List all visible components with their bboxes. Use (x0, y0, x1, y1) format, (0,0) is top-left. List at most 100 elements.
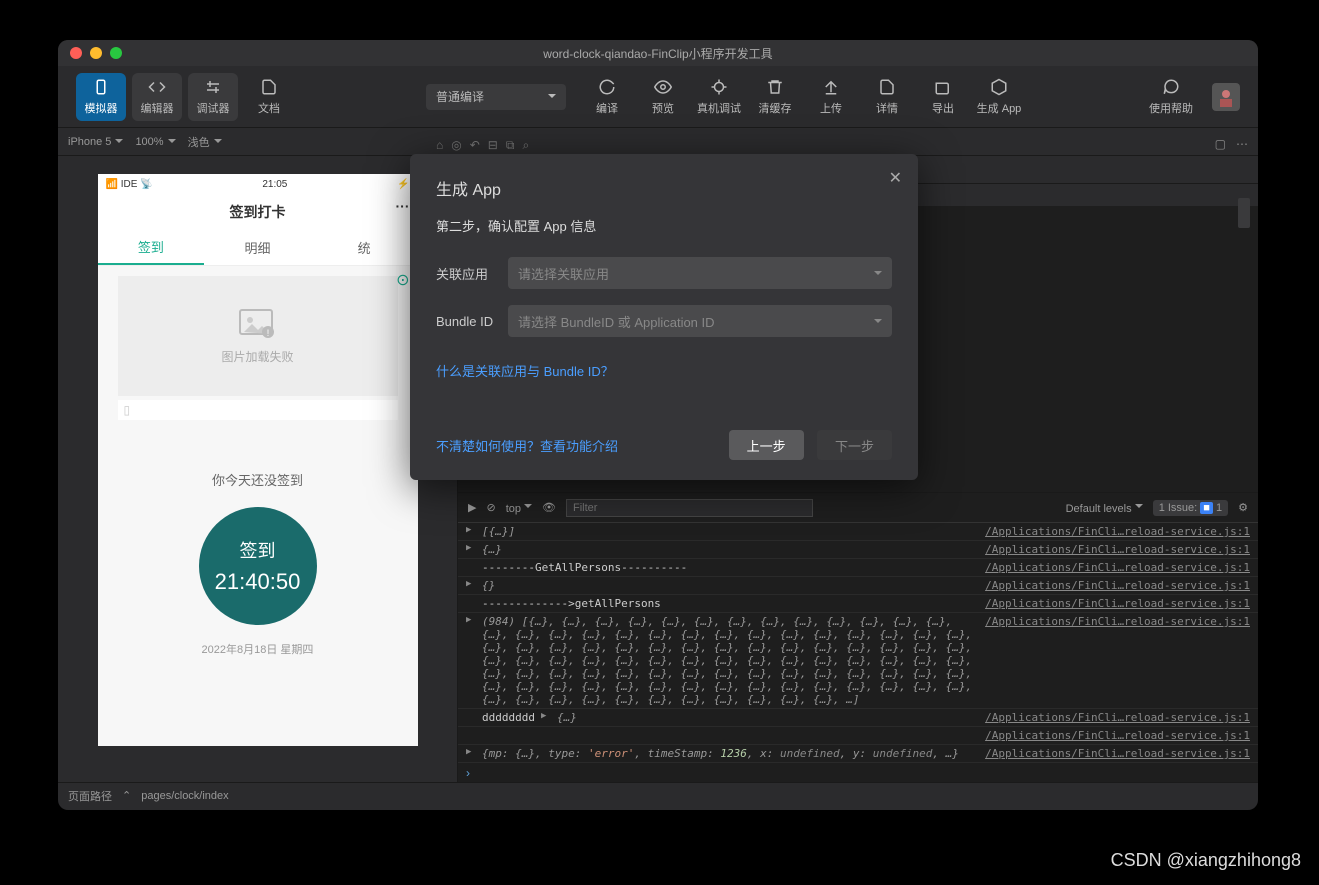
status-bar: 📶 IDE 📡 21:05 ⚡ (98, 174, 418, 194)
zoom-select[interactable]: 100% (135, 136, 175, 148)
eye-icon (654, 78, 672, 96)
console-row[interactable]: --------GetAllPersons----------/Applicat… (458, 559, 1258, 577)
document-icon (260, 78, 278, 96)
export-icon (934, 78, 952, 96)
minimap[interactable] (1238, 206, 1250, 228)
clear-icon[interactable]: ⊘ (486, 501, 495, 514)
bundle-id-label: Bundle ID (436, 314, 508, 329)
console-row[interactable]: ▶[{…}]/Applications/FinCli…reload-servic… (458, 523, 1258, 541)
clear-cache-button[interactable]: 清缓存 (750, 73, 800, 121)
back-icon[interactable]: ↶ (470, 138, 480, 153)
minimize-icon[interactable] (90, 47, 102, 59)
console-row[interactable]: ▶{…}/Applications/FinCli…reload-service.… (458, 541, 1258, 559)
target-icon[interactable]: ⊙ (396, 270, 409, 290)
next-button[interactable]: 下一步 (817, 430, 892, 460)
console-row[interactable]: ▶{}/Applications/FinCli…reload-service.j… (458, 577, 1258, 595)
console-row[interactable]: ------------->getAllPersons/Applications… (458, 595, 1258, 613)
close-icon[interactable] (70, 47, 82, 59)
footer-bar: 页面路径 ⌃ pages/clock/index (58, 782, 1258, 808)
cube-icon (990, 78, 1008, 96)
menu-icon[interactable]: ··· (396, 198, 410, 214)
chevron-down-icon (874, 271, 882, 279)
preview-button[interactable]: 预览 (638, 73, 688, 121)
filter-input[interactable] (566, 499, 813, 517)
detail-button[interactable]: 详情 (862, 73, 912, 121)
eye-icon[interactable]: 👁 (542, 501, 556, 514)
play-icon[interactable]: ▶ (468, 501, 476, 514)
prev-button[interactable]: 上一步 (729, 430, 804, 460)
page-path-value: pages/clock/index (141, 790, 228, 802)
compile-select[interactable]: 普通编译 (426, 84, 566, 110)
svg-text:!: ! (266, 328, 269, 338)
tab-stats[interactable]: 统 (311, 230, 418, 265)
debugger-button[interactable]: 调试器 (188, 73, 238, 121)
size-icon[interactable]: ⊟ (488, 138, 498, 153)
avatar[interactable] (1212, 83, 1240, 111)
export-button[interactable]: 导出 (918, 73, 968, 121)
build-app-modal: ✕ 生成 App 第二步，确认配置 App 信息 关联应用 请选择关联应用 Bu… (410, 154, 918, 480)
chevron-down-icon (214, 139, 222, 147)
bundle-id-select[interactable]: 请选择 BundleID 或 Application ID (508, 305, 892, 337)
list-bar: ▯ (118, 400, 398, 420)
image-placeholder: ! 图片加载失败 (118, 276, 398, 396)
simulator-panel: 📶 IDE 📡 21:05 ⚡ 签到打卡 ··· 签到 明细 统 ⊙ (58, 156, 458, 782)
console-row[interactable]: ▶(984) [{…}, {…}, {…}, {…}, {…}, {…}, {…… (458, 613, 1258, 709)
close-icon[interactable]: ✕ (889, 168, 902, 188)
help-link[interactable]: 不清楚如何使用？查看功能介绍 (436, 436, 618, 455)
upload-icon (822, 78, 840, 96)
copy-icon[interactable]: ⧉ (506, 138, 515, 153)
build-app-button[interactable]: 生成 App (974, 73, 1024, 121)
chevron-down-icon (548, 94, 556, 102)
issues-badge[interactable]: 1 Issue: ■ 1 (1153, 500, 1228, 516)
chat-icon (1162, 78, 1180, 96)
bug-icon (710, 78, 728, 96)
watermark: CSDN @xiangzhihong8 (1111, 850, 1301, 871)
chevron-up-icon[interactable]: ⌃ (122, 789, 131, 802)
linked-app-label: 关联应用 (436, 264, 508, 283)
image-fail-icon: ! (238, 308, 278, 340)
toolbar: 模拟器 编辑器 调试器 文档 普通编译 编译 预览 真机调试 清缓存 上传 详情… (58, 66, 1258, 128)
console-row[interactable]: dddddddd▶{…}/Applications/FinCli…reload-… (458, 709, 1258, 727)
signin-button[interactable]: 签到 21:40:50 (199, 507, 317, 625)
gear-icon[interactable]: ⚙ (1238, 501, 1248, 514)
editor-button[interactable]: 编辑器 (132, 73, 182, 121)
what-is-link[interactable]: 什么是关联应用与 Bundle ID？ (436, 364, 614, 379)
phone-preview: 📶 IDE 📡 21:05 ⚡ 签到打卡 ··· 签到 明细 统 ⊙ (98, 174, 418, 746)
more-icon[interactable]: ⋯ (1236, 137, 1248, 151)
modal-title: 生成 App (436, 176, 892, 200)
chevron-down-icon (874, 319, 882, 327)
user-icon (1215, 86, 1237, 108)
location-icon[interactable]: ◎ (451, 138, 461, 153)
simulator-button[interactable]: 模拟器 (76, 73, 126, 121)
help-button[interactable]: 使用帮助 (1146, 73, 1196, 121)
no-checkin-text: 你今天还没签到 (212, 470, 303, 489)
upload-button[interactable]: 上传 (806, 73, 856, 121)
tab-detail[interactable]: 明细 (204, 230, 311, 265)
maximize-icon[interactable] (110, 47, 122, 59)
trash-icon (766, 78, 784, 96)
search-icon[interactable]: ⌕ (522, 138, 529, 153)
context-select[interactable]: top (506, 501, 532, 515)
page-path-label: 页面路径 (68, 788, 112, 804)
code-icon (148, 78, 166, 96)
docs-button[interactable]: 文档 (244, 73, 294, 121)
phone-icon (92, 78, 110, 96)
device-select[interactable]: iPhone 5 (68, 136, 123, 148)
tab-signin[interactable]: 签到 (98, 230, 205, 265)
chevron-down-icon (168, 139, 176, 147)
compile-button[interactable]: 编译 (582, 73, 632, 121)
levels-select[interactable]: Default levels (1066, 501, 1143, 515)
window-title: word-clock-qiandao-FinClip小程序开发工具 (543, 45, 772, 62)
refresh-icon (598, 78, 616, 96)
modal-subtitle: 第二步，确认配置 App 信息 (436, 216, 892, 235)
sliders-icon (204, 78, 222, 96)
console-prompt[interactable]: › (458, 764, 1258, 782)
linked-app-select[interactable]: 请选择关联应用 (508, 257, 892, 289)
nav-bar: 签到打卡 ··· (98, 194, 418, 230)
console-row[interactable]: ▶{mp: {…}, type: 'error', timeStamp: 123… (458, 745, 1258, 763)
device-debug-button[interactable]: 真机调试 (694, 73, 744, 121)
layout-icon[interactable]: ▢ (1215, 137, 1226, 151)
home-icon[interactable]: ⌂ (436, 138, 443, 153)
chevron-down-icon (115, 139, 123, 147)
theme-select[interactable]: 浅色 (188, 134, 222, 150)
